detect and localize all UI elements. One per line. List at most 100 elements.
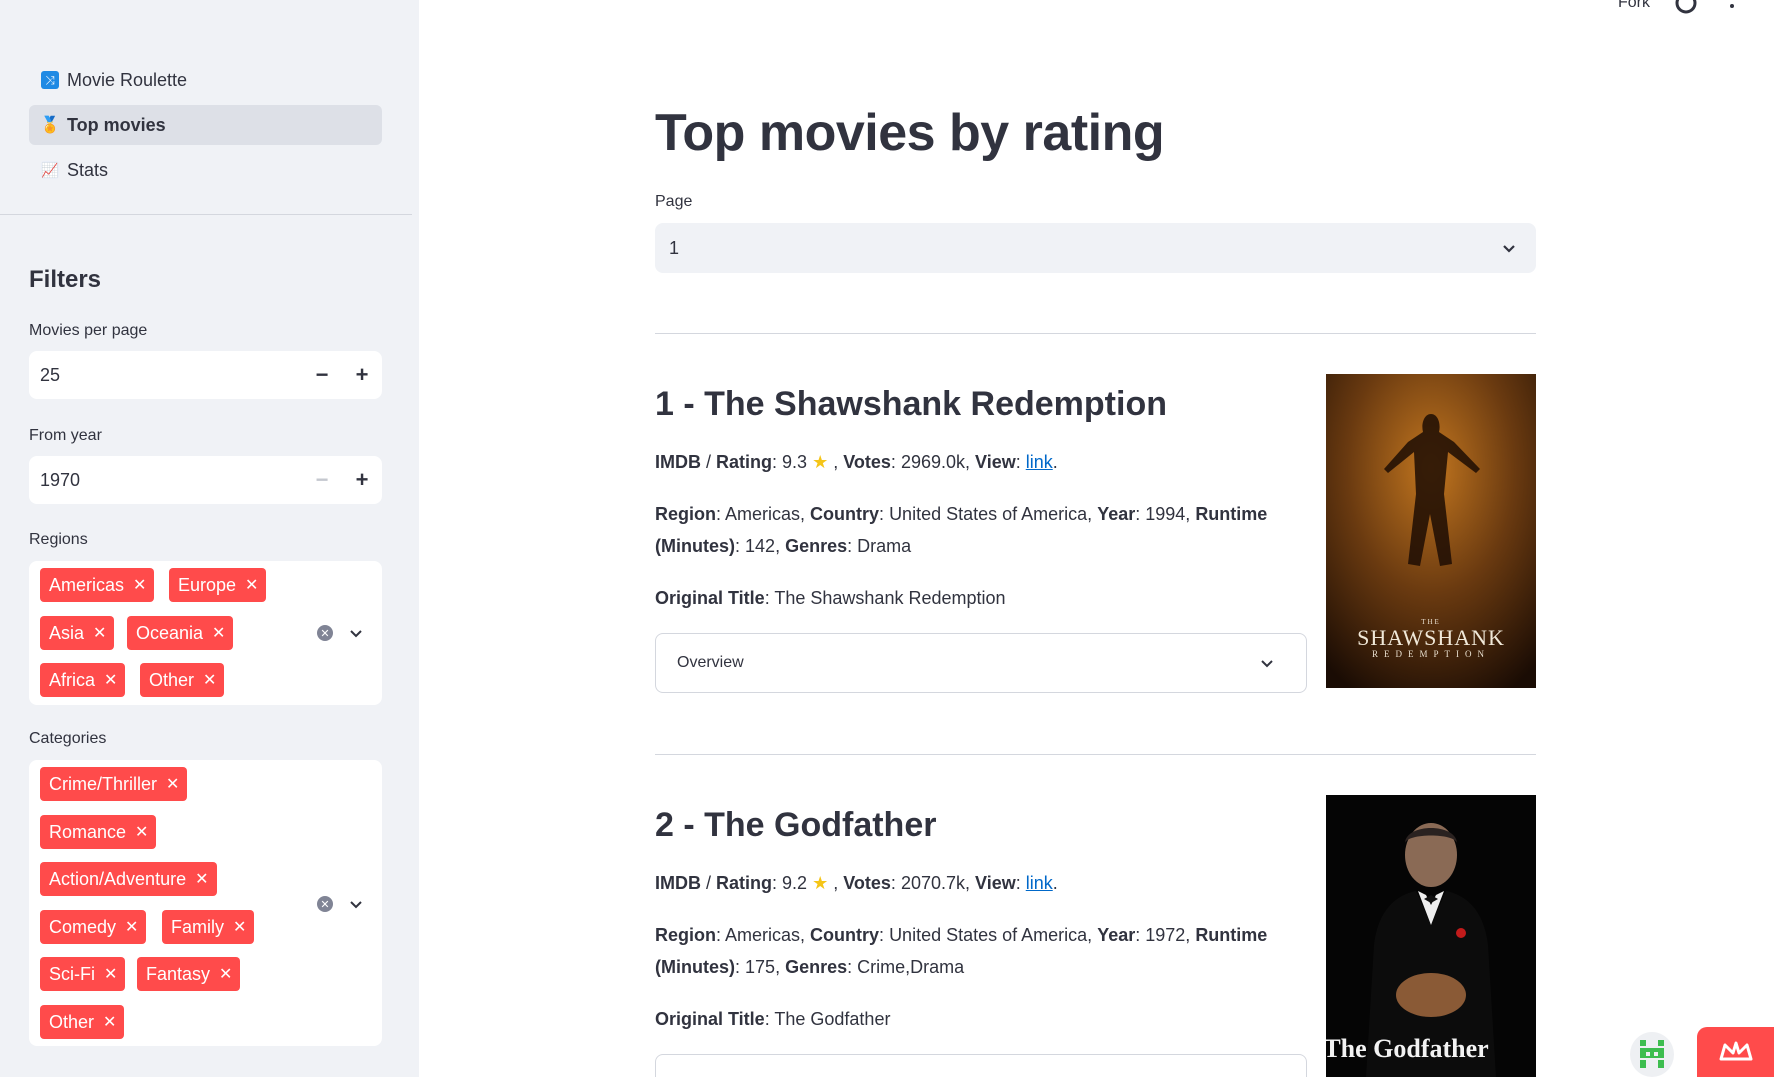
remove-tag-icon[interactable]: ✕ [166,774,179,794]
more-menu-icon[interactable] [1724,0,1740,16]
app-creator-avatar[interactable] [1630,1032,1674,1077]
runtime-label: Runtime [1195,504,1268,524]
chevron-down-icon[interactable] [347,624,365,642]
runtime-label: Runtime [1195,925,1268,945]
category-tag[interactable]: Action/Adventure ✕ [40,862,217,896]
github-icon[interactable] [1675,0,1697,14]
original-title-line: Original Title: The Shawshank Redemption [655,588,1006,608]
from-year-value[interactable]: 1970 [29,470,302,491]
divider [655,333,1536,334]
remove-tag-icon[interactable]: ✕ [233,917,246,937]
regions-multiselect[interactable]: Americas ✕ Europe ✕ Asia ✕ Oceania ✕ Africa ✕… [29,561,382,705]
remove-tag-icon[interactable]: ✕ [133,575,146,595]
nav-item-stats[interactable]: 📈 Stats [29,150,382,190]
region-tag[interactable]: Oceania ✕ [127,616,234,650]
source-label: IMDB [655,873,701,893]
remove-tag-icon[interactable]: ✕ [104,670,117,690]
rating-value: 9.2 [782,873,808,893]
category-tag[interactable]: Romance ✕ [40,815,157,849]
country-value: United States of America [889,504,1088,524]
chevron-down-icon[interactable] [347,895,365,913]
tag-label: Comedy [49,916,117,937]
imdb-link[interactable]: link [1026,452,1053,472]
original-title-label: Original Title [655,1009,765,1029]
remove-tag-icon[interactable]: ✕ [103,1012,116,1032]
remove-tag-icon[interactable]: ✕ [203,670,216,690]
region-tag[interactable]: Africa ✕ [40,663,126,697]
year-label: Year [1097,925,1136,945]
from-year-input: 1970 − + [29,456,382,504]
overview-expander[interactable] [655,1054,1307,1077]
streamlit-badge[interactable] [1697,1027,1774,1077]
page-select[interactable]: 1 [655,223,1536,273]
movies-per-page-value[interactable]: 25 [29,365,302,386]
year-value: 1994 [1145,504,1186,524]
category-tag[interactable]: Comedy ✕ [40,910,147,944]
nav-item-top-movies[interactable]: 🏅 Top movies [29,105,382,145]
sidebar-nav: ⤨ Movie Roulette 🏅 Top movies 📈 Stats [29,60,382,195]
svg-text:REDEMPTION: REDEMPTION [1372,649,1490,659]
categories-label: Categories [29,730,107,747]
country-value: United States of America [889,925,1088,945]
remove-tag-icon[interactable]: ✕ [212,623,225,643]
category-tag[interactable]: Family ✕ [162,910,255,944]
region-label: Region [655,925,716,945]
page-select-label: Page [655,193,693,210]
chart-icon: 📈 [41,161,59,179]
region-tag[interactable]: Asia ✕ [40,616,115,650]
fork-button[interactable]: Fork [1618,0,1650,12]
region-tag[interactable]: Europe ✕ [169,568,267,602]
movies-per-page-input: 25 − + [29,351,382,399]
remove-tag-icon[interactable]: ✕ [93,623,106,643]
votes-label: Votes [843,873,891,893]
tag-label: Sci-Fi [49,963,95,984]
categories-multiselect[interactable]: Crime/Thriller ✕ Romance ✕ Action/Adventur… [29,760,382,1046]
decrement-button[interactable]: − [302,456,342,504]
clear-all-icon[interactable]: ✕ [317,625,333,641]
view-label: View [975,873,1016,893]
svg-text:SHAWSHANK: SHAWSHANK [1357,625,1505,650]
clear-all-icon[interactable]: ✕ [317,896,333,912]
category-tag[interactable]: Crime/Thriller ✕ [40,767,188,801]
nav-item-label: Stats [67,159,109,180]
decrement-button[interactable]: − [302,351,342,399]
movie-rating-line: IMDB / Rating: 9.2 ★ , Votes: 2070.7k, V… [655,873,1058,893]
divider [655,754,1536,755]
movie-rating-line: IMDB / Rating: 9.3 ★ , Votes: 2969.0k, V… [655,452,1058,472]
sidebar: ⤨ Movie Roulette 🏅 Top movies 📈 Stats Fi… [0,0,419,1077]
overview-expander[interactable]: Overview [655,633,1307,693]
region-tag[interactable]: Americas ✕ [40,568,155,602]
remove-tag-icon[interactable]: ✕ [125,917,138,937]
remove-tag-icon[interactable]: ✕ [245,575,258,595]
votes-value: 2969.0k [900,452,965,472]
increment-button[interactable]: + [342,456,382,504]
country-label: Country [810,925,880,945]
remove-tag-icon[interactable]: ✕ [219,964,232,984]
runtime-value: 175 [745,957,776,977]
remove-tag-icon[interactable]: ✕ [195,869,208,889]
shuffle-icon: ⤨ [41,71,59,89]
page-title: Top movies by rating [655,104,1165,162]
increment-button[interactable]: + [342,351,382,399]
tag-label: Action/Adventure [49,868,187,889]
region-tag[interactable]: Other ✕ [140,663,225,697]
movie-details-line: Region: Americas, Country: United States… [655,925,1268,977]
tag-label: Crime/Thriller [49,773,157,794]
runtime-value: 142 [745,536,776,556]
minutes-label: (Minutes) [655,957,735,977]
category-tag[interactable]: Other ✕ [40,1005,125,1039]
original-title-label: Original Title [655,588,765,608]
rating-value: 9.3 [782,452,808,472]
movie-heading: 2 - The Godfather [655,806,937,844]
imdb-link[interactable]: link [1026,873,1053,893]
category-tag[interactable]: Sci-Fi ✕ [40,957,126,991]
remove-tag-icon[interactable]: ✕ [135,822,148,842]
nav-item-movie-roulette[interactable]: ⤨ Movie Roulette [29,60,382,100]
votes-value: 2070.7k [900,873,965,893]
tag-label: Oceania [136,622,204,643]
category-tag[interactable]: Fantasy ✕ [137,957,241,991]
tag-label: Other [149,669,195,690]
remove-tag-icon[interactable]: ✕ [104,964,117,984]
genres-label: Genres [785,957,848,977]
tag-label: Europe [178,574,237,595]
